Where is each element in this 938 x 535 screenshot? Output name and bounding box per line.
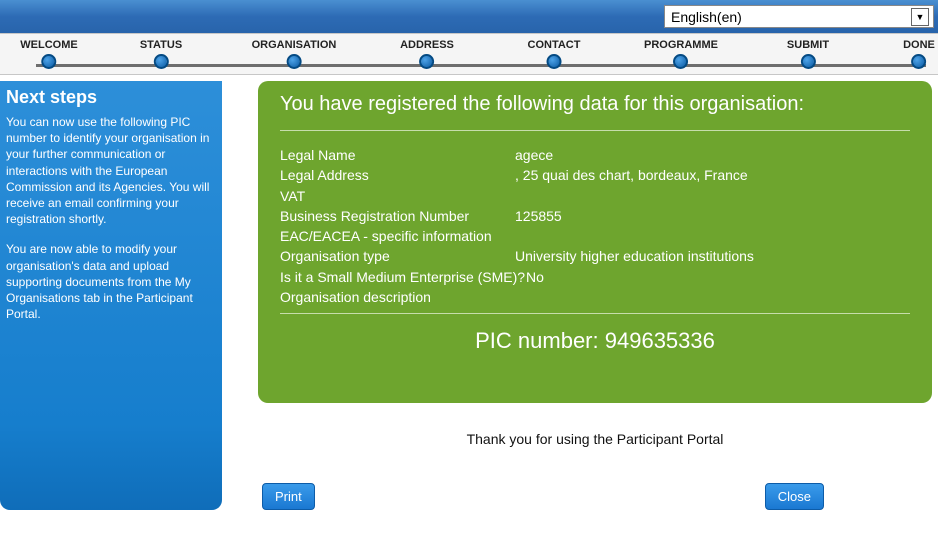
step-submit[interactable]: SUBMIT [787,39,829,69]
sidebar: Next steps You can now use the following… [0,81,222,510]
step-done[interactable]: DONE [903,39,935,69]
pic-number: PIC number: 949635336 [280,328,910,354]
step-status[interactable]: STATUS [140,39,182,69]
step-programme[interactable]: PROGRAMME [644,39,718,69]
field-legal-address: Legal Address , 25 quai des chart, borde… [280,165,910,185]
field-brn: Business Registration Number 125855 [280,206,910,226]
step-dot-icon [41,54,56,69]
language-select[interactable]: English(en) ▼ [664,5,934,28]
step-dot-icon [154,54,169,69]
summary-panel: You have registered the following data f… [258,81,932,403]
topbar: English(en) ▼ [0,0,938,33]
step-dot-icon [419,54,434,69]
thanks-message: Thank you for using the Participant Port… [258,431,932,447]
step-dot-icon [800,54,815,69]
button-row: Print Close [258,483,932,510]
step-dot-icon [912,54,927,69]
sidebar-paragraph: You are now able to modify your organisa… [6,241,214,322]
sidebar-paragraph: You can now use the following PIC number… [6,114,214,227]
step-address[interactable]: ADDRESS [400,39,454,69]
summary-heading: You have registered the following data f… [280,93,910,116]
step-contact[interactable]: CONTACT [528,39,581,69]
step-dot-icon [547,54,562,69]
field-org-desc: Organisation description [280,287,910,307]
field-eac: EAC/EACEA - specific information [280,226,910,246]
field-legal-name: Legal Name agece [280,145,910,165]
step-welcome[interactable]: WELCOME [20,39,77,69]
sidebar-title: Next steps [6,87,214,108]
close-button[interactable]: Close [765,483,824,510]
main: You have registered the following data f… [222,81,938,510]
progress-steps: WELCOME STATUS ORGANISATION ADDRESS CONT… [0,33,938,75]
content: Next steps You can now use the following… [0,75,938,510]
step-organisation[interactable]: ORGANISATION [252,39,337,69]
field-vat: VAT [280,186,910,206]
field-sme: Is it a Small Medium Enterprise (SME)? N… [280,267,910,287]
language-selected: English(en) [671,9,742,25]
step-dot-icon [673,54,688,69]
step-dot-icon [287,54,302,69]
field-org-type: Organisation type University higher educ… [280,246,910,266]
print-button[interactable]: Print [262,483,315,510]
chevron-down-icon: ▼ [911,8,929,26]
